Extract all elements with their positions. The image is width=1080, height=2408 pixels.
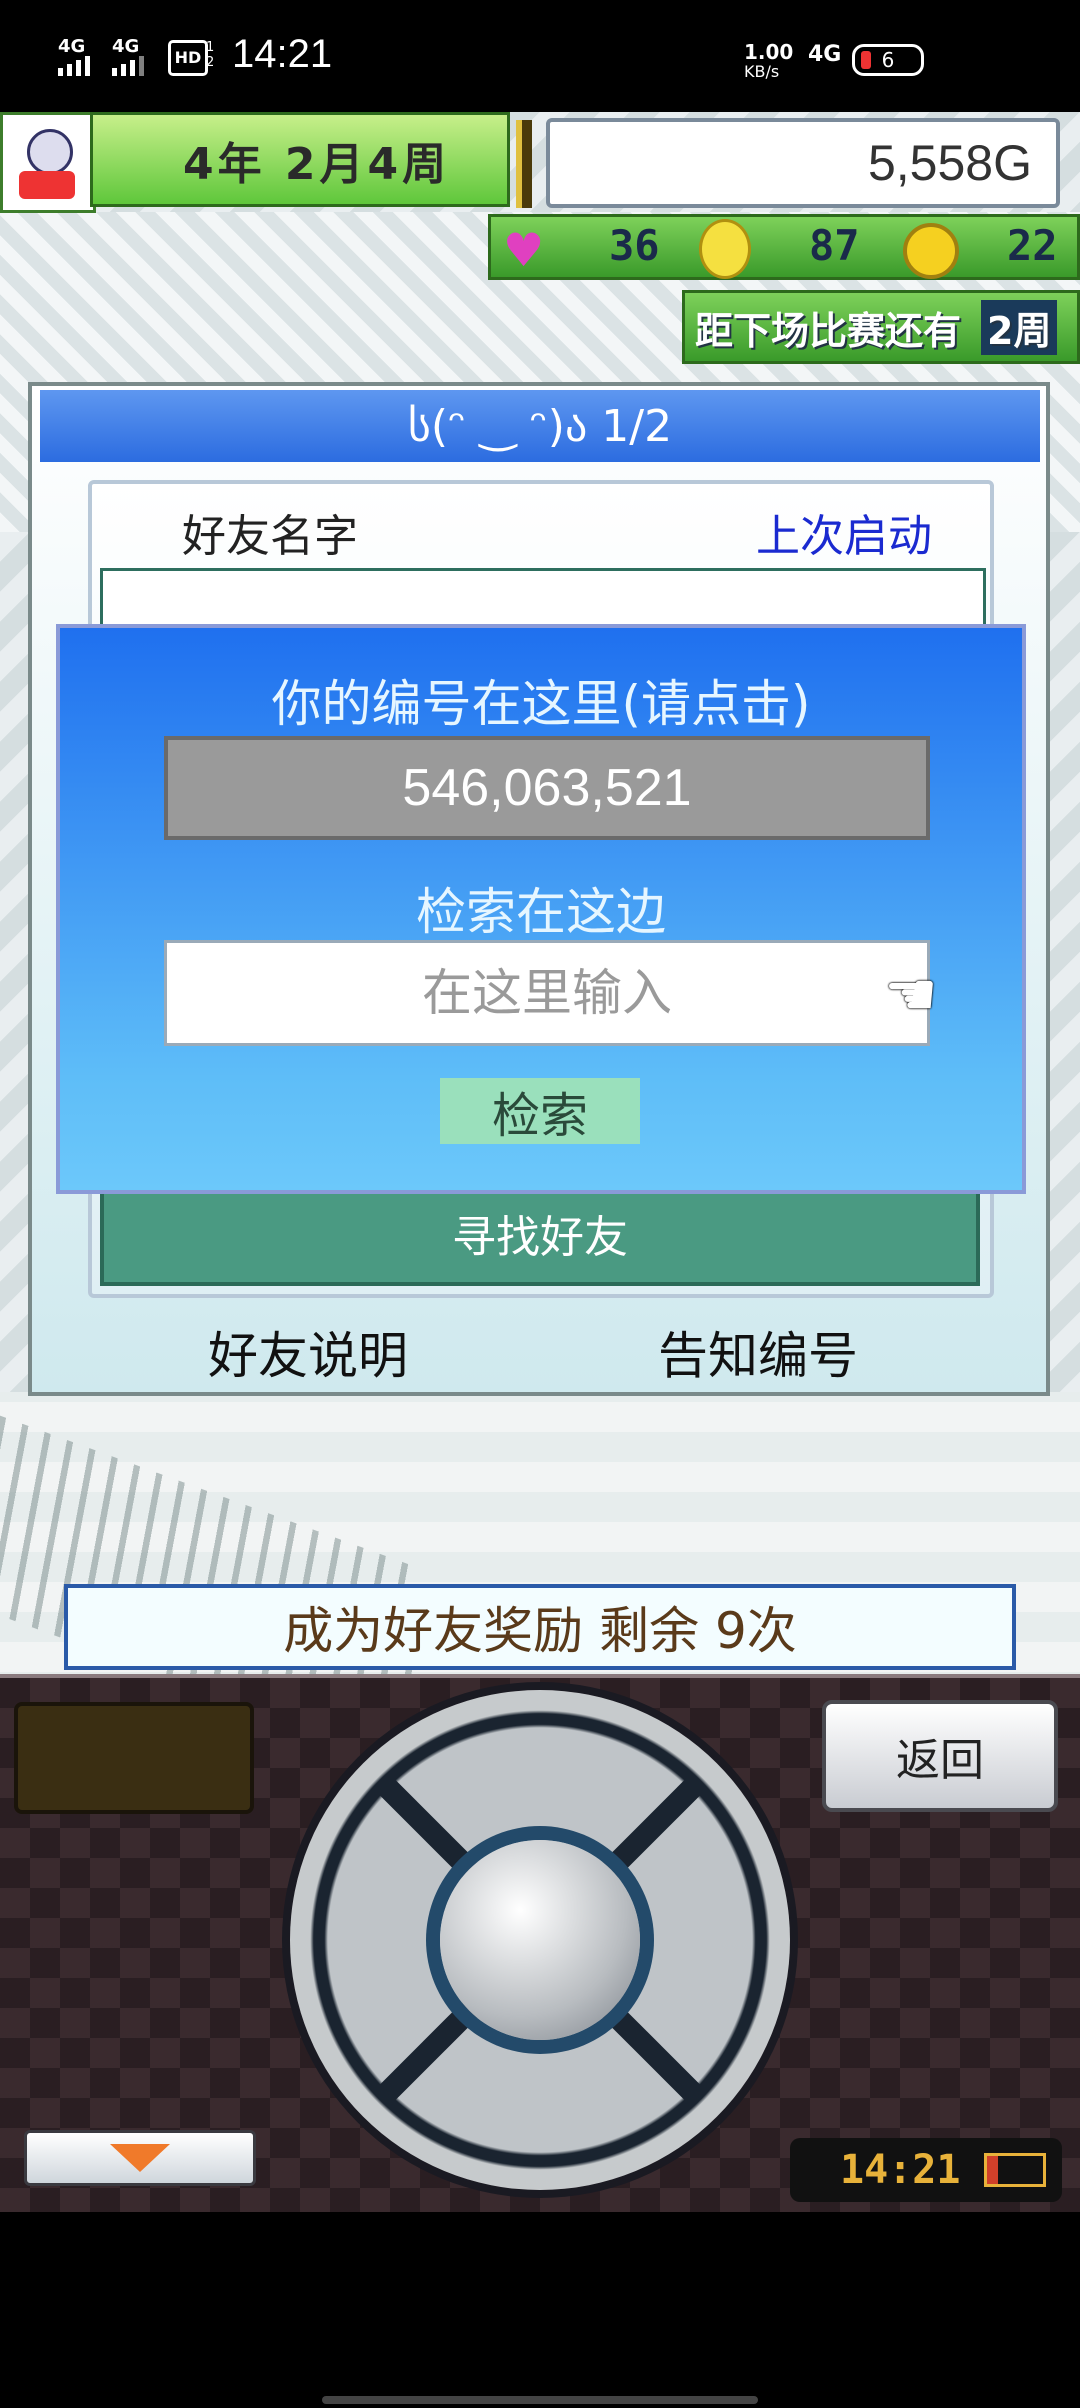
find-friend-button[interactable]: 寻找好友 xyxy=(100,1180,980,1286)
next-match-banner: 距下场比赛还有 2周 xyxy=(682,290,1080,364)
sim1-label: 4G xyxy=(58,36,86,57)
scroll-down-button[interactable] xyxy=(24,2130,256,2186)
tell-id-button[interactable]: 告知编号 xyxy=(658,1316,858,1388)
search-label: 检索在这边 xyxy=(416,883,666,941)
gold-display: 5,558G xyxy=(546,118,1060,208)
dpad[interactable] xyxy=(290,1690,790,2190)
friend-help-button[interactable]: 好友说明 xyxy=(208,1316,408,1388)
coin-icon xyxy=(903,223,959,279)
lightbulb-icon xyxy=(699,219,751,279)
triangle-down-icon xyxy=(110,2144,170,2172)
mascot-avatar[interactable] xyxy=(0,112,96,213)
column-friend-name: 好友名字 xyxy=(182,511,358,562)
pointing-hand-icon: ☚ xyxy=(884,960,938,1030)
hd-icon: HD xyxy=(168,40,208,76)
next-match-weeks: 2周 xyxy=(981,299,1058,355)
your-id-box[interactable]: 546,063,521 xyxy=(164,736,930,840)
status-bar: 4G 4G HD 1 2 14:21 1.00 KB/s 4G 6 xyxy=(0,0,1080,112)
coins-count: 22 xyxy=(1007,221,1058,270)
dpad-center-button[interactable] xyxy=(440,1840,640,2040)
hearts-count: 36 xyxy=(609,221,660,270)
mini-screen xyxy=(14,1702,254,1814)
nav-bar xyxy=(0,2212,1080,2408)
network-type-icon: 4G xyxy=(808,42,842,67)
date-display: 4年 2月4周 xyxy=(90,112,510,207)
search-button[interactable]: 检索 xyxy=(440,1078,640,1144)
resource-bar: ♥ 36 87 22 xyxy=(488,214,1080,280)
hd-sub: 1 2 xyxy=(206,40,215,70)
search-input[interactable] xyxy=(164,940,930,1046)
dialog-title: ს(ᵔ ‿ ᵔ)ა 1/2 xyxy=(40,390,1040,462)
back-button[interactable]: 返回 xyxy=(822,1700,1058,1812)
home-indicator[interactable] xyxy=(322,2396,758,2404)
column-last-launch: 上次启动 xyxy=(756,511,932,562)
sim1-signal-icon xyxy=(58,56,90,76)
net-speed: 1.00 xyxy=(744,40,794,64)
your-id-label: 你的编号在这里(请点击) xyxy=(271,675,811,733)
status-time: 14:21 xyxy=(232,32,333,76)
hud-divider xyxy=(516,120,532,208)
ideas-count: 87 xyxy=(809,221,860,270)
heart-icon: ♥ xyxy=(503,223,545,277)
game-clock: 14:21 xyxy=(790,2138,1062,2202)
net-speed-unit: KB/s xyxy=(744,62,780,81)
battery-low-icon xyxy=(984,2153,1047,2187)
sim2-signal-icon xyxy=(112,56,144,76)
battery-level: 6 xyxy=(881,48,895,72)
battery-icon: 6 xyxy=(852,44,924,76)
sim2-label: 4G xyxy=(112,36,140,57)
clock-time: 14:21 xyxy=(840,2147,961,2193)
next-match-label: 距下场比赛还有 xyxy=(695,308,962,353)
friend-reward-remaining: 成为好友奖励 剩余 9次 xyxy=(64,1584,1016,1670)
